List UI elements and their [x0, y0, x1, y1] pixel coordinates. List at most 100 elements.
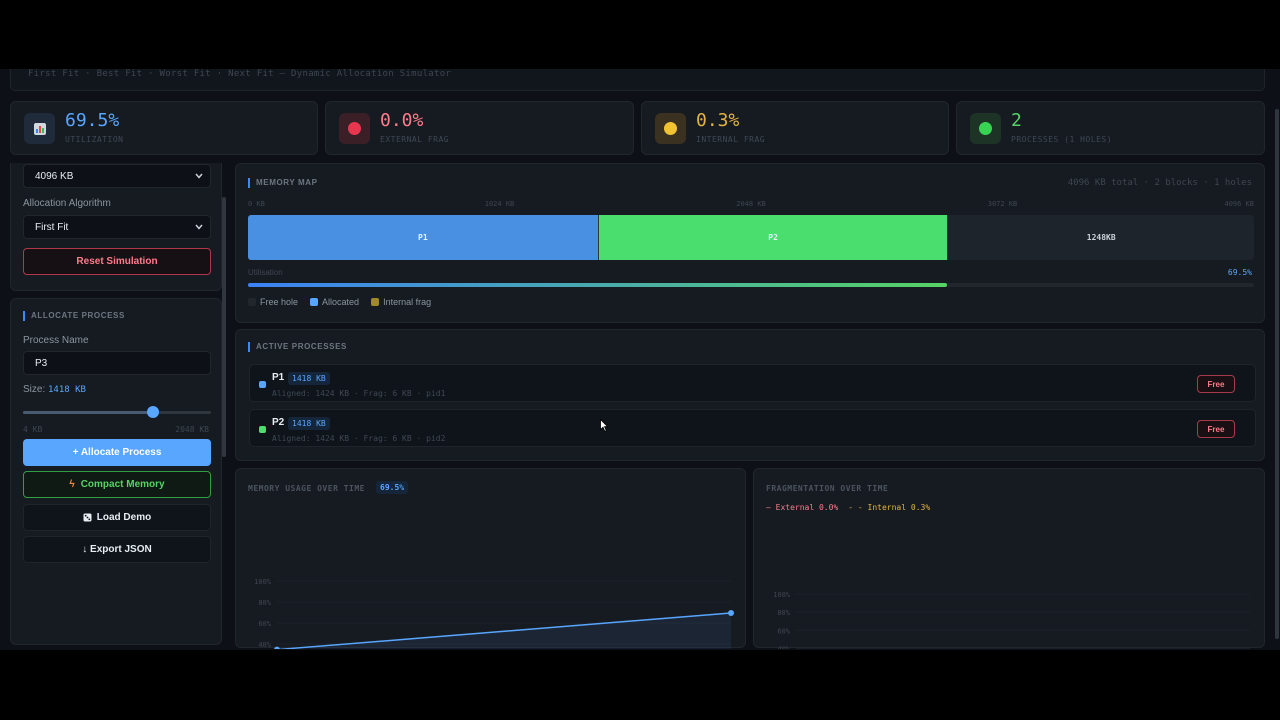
- process-name-input[interactable]: P3: [23, 351, 211, 375]
- stat-label: EXTERNAL FRAG: [380, 135, 450, 144]
- stat-card-external-frag: 0.0% EXTERNAL FRAG: [325, 101, 634, 155]
- allocate-process-button[interactable]: + Allocate Process: [23, 439, 211, 466]
- stat-label: PROCESSES (1 HOLES): [1011, 135, 1113, 144]
- tick-label: 3072 KB: [987, 200, 1018, 208]
- size-slider[interactable]: [23, 406, 211, 418]
- slider-min-label: 4 KB: [23, 425, 43, 434]
- algorithm-select[interactable]: First Fit: [23, 215, 211, 239]
- process-name-label: Process Name: [23, 335, 89, 346]
- y-tick-label: 80%: [258, 599, 271, 607]
- process-meta: Aligned: 1424 KB · Frag: 6 KB · pid2: [272, 434, 446, 443]
- free-button[interactable]: Free: [1197, 420, 1235, 438]
- chevron-down-icon: [195, 224, 203, 230]
- header-tabs: [961, 69, 1251, 70]
- memory-block[interactable]: P2: [597, 215, 948, 260]
- memory-size-select[interactable]: 4096 KB: [23, 164, 211, 188]
- process-row: P1 1418 KB Aligned: 1424 KB · Frag: 6 KB…: [249, 364, 1256, 402]
- stat-value: 69.5%: [65, 110, 120, 131]
- y-tick-label: 60%: [777, 627, 790, 635]
- active-processes-panel: ACTIVE PROCESSES P1 1418 KB Aligned: 142…: [235, 329, 1265, 461]
- memory-block[interactable]: P1: [248, 215, 598, 260]
- tick-label: 1024 KB: [484, 200, 515, 208]
- utilisation-value: 69.5%: [1227, 268, 1252, 277]
- process-color-swatch: [259, 381, 266, 388]
- legend-swatch: [371, 298, 380, 306]
- stat-card-internal-frag: 0.3% INTERNAL FRAG: [641, 101, 949, 155]
- process-size-badge: 1418 KB: [288, 372, 330, 385]
- memory-map-ticks: 0 KB 1024 KB 2048 KB 3072 KB 4096 KB: [248, 200, 1254, 210]
- process-meta: Aligned: 1424 KB · Frag: 6 KB · pid1: [272, 389, 446, 398]
- page-scrollbar-thumb[interactable]: [1275, 109, 1279, 639]
- legend-swatch: [248, 298, 256, 306]
- y-tick-label: 40%: [777, 646, 790, 649]
- legend-label: Allocated: [322, 297, 360, 307]
- green-dot-icon: [970, 113, 1001, 144]
- stat-value: 0.0%: [380, 110, 424, 131]
- stat-card-utilization: 69.5% UTILIZATION: [10, 101, 318, 155]
- lightning-icon: ϟ: [69, 479, 75, 490]
- compact-memory-label: Compact Memory: [80, 479, 165, 490]
- memory-map-panel: MEMORY MAP 4096 KB total · 2 blocks · 1 …: [235, 163, 1265, 323]
- free-button[interactable]: Free: [1197, 375, 1235, 393]
- slider-fill: [23, 411, 153, 414]
- yellow-dot-icon: [655, 113, 686, 144]
- export-json-button[interactable]: ↓ Export JSON: [23, 536, 211, 563]
- memory-size-value: 4096 KB: [35, 171, 74, 182]
- active-processes-title: ACTIVE PROCESSES: [248, 342, 347, 352]
- stat-label: UTILIZATION: [65, 135, 124, 144]
- process-size-badge: 1418 KB: [288, 417, 330, 430]
- process-name: P1: [272, 372, 285, 383]
- y-tick-label: 60%: [258, 620, 271, 628]
- chevron-down-icon: [195, 173, 203, 179]
- stat-card-processes: 2 PROCESSES (1 HOLES): [956, 101, 1265, 155]
- algorithm-value: First Fit: [35, 222, 69, 233]
- process-color-swatch: [259, 426, 266, 433]
- legend-label: Internal frag: [383, 297, 432, 307]
- memory-usage-chart-panel: MEMORY USAGE OVER TIME 69.5% 100% 80% 60% 4…: [235, 468, 746, 649]
- compact-memory-button[interactable]: ϟ Compact Memory: [23, 471, 211, 498]
- y-tick-label: 100%: [773, 591, 791, 599]
- size-value: 1418 KB: [48, 385, 86, 395]
- sidebar-scrollbar[interactable]: [222, 197, 226, 457]
- legend-label: Free hole: [260, 297, 299, 307]
- header-subtitle: First Fit · Best Fit · Worst Fit · Next …: [28, 69, 452, 79]
- process-name: P2: [272, 417, 285, 428]
- allocate-title: ALLOCATE PROCESS: [23, 311, 125, 321]
- memory-map-legend: Free hole Allocated Internal frag: [248, 297, 431, 307]
- stat-value: 2: [1011, 110, 1022, 131]
- tick-label: 2048 KB: [736, 200, 766, 208]
- memory-map-title: MEMORY MAP: [248, 178, 318, 188]
- data-point: [274, 646, 280, 649]
- fragmentation-chart: 100%80%60%40%20%0%01: [773, 591, 1250, 649]
- process-row: P2 1418 KB Aligned: 1424 KB · Frag: 6 KB…: [249, 409, 1256, 447]
- bar-chart-icon: [24, 113, 55, 144]
- slider-max-label: 2048 KB: [175, 425, 209, 434]
- tick-label: 0 KB: [248, 200, 265, 208]
- header-bar: First Fit · Best Fit · Worst Fit · Next …: [10, 69, 1265, 91]
- load-demo-button[interactable]: Load Demo: [23, 504, 211, 531]
- memory-map-summary: 4096 KB total · 2 blocks · 1 holes: [1067, 178, 1252, 188]
- slider-thumb[interactable]: [146, 406, 159, 418]
- red-dot-icon: [339, 113, 370, 144]
- stat-value: 0.3%: [696, 110, 740, 131]
- app-window: First Fit · Best Fit · Worst Fit · Next …: [0, 69, 1280, 650]
- allocate-panel: ALLOCATE PROCESS Process Name P3 Size: 1…: [10, 298, 222, 645]
- y-tick-label: 40%: [258, 641, 271, 649]
- reset-simulation-button[interactable]: Reset Simulation: [23, 248, 211, 275]
- utilisation-fill: [248, 283, 948, 287]
- process-name-value: P3: [35, 358, 48, 369]
- mouse-cursor-icon: [600, 419, 608, 432]
- y-tick-label: 80%: [777, 609, 790, 617]
- y-tick-label: 100%: [254, 578, 272, 586]
- legend-swatch: [310, 298, 319, 306]
- page-scrollbar[interactable]: [1274, 69, 1280, 650]
- legend-item: Internal frag: [371, 297, 431, 307]
- memory-block[interactable]: 1248KB: [947, 215, 1254, 260]
- size-label: Size: 1418 KB: [23, 384, 86, 395]
- utilisation-track: [248, 283, 1254, 287]
- utilisation-label: Utilisation: [248, 268, 283, 277]
- legend-item: Allocated: [310, 297, 359, 307]
- size-label-text: Size:: [23, 384, 46, 395]
- data-point: [728, 610, 734, 617]
- tick-label: 4096 KB: [1224, 200, 1254, 208]
